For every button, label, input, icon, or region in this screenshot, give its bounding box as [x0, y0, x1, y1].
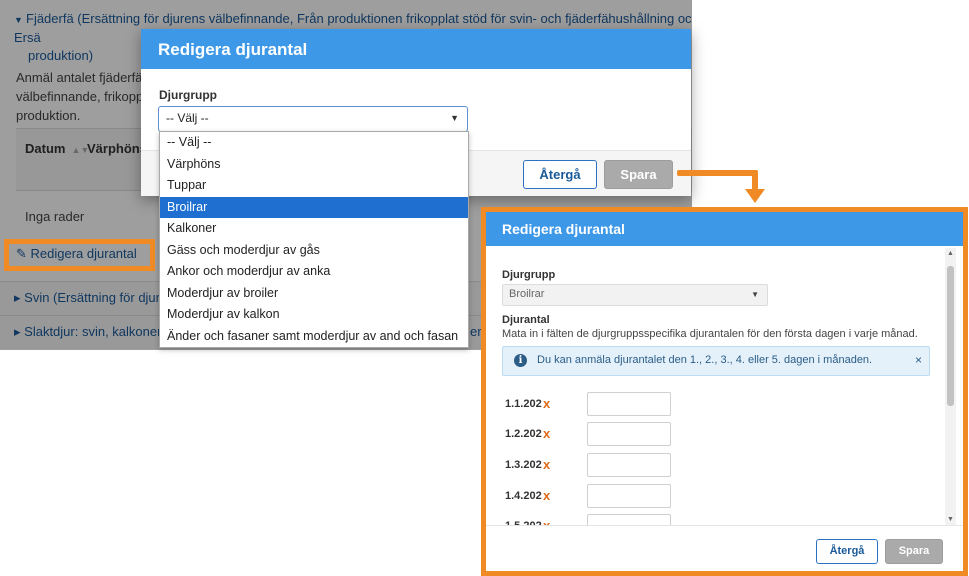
- highlighted-modal-frame: Redigera djurantal Djurgrupp Broilrar ▼ …: [481, 207, 968, 576]
- modal-title: Redigera djurantal: [486, 212, 963, 246]
- dropdown-option[interactable]: Tuppar: [160, 175, 468, 197]
- edit-link-highlight: [4, 239, 155, 271]
- scroll-up-icon[interactable]: ▲: [947, 250, 954, 257]
- dropdown-option[interactable]: Värphöns: [160, 154, 468, 176]
- edit-count-modal-filled: Redigera djurantal Djurgrupp Broilrar ▼ …: [486, 212, 963, 571]
- close-icon[interactable]: ×: [915, 353, 922, 367]
- animal-group-selected-value: Broilrar: [509, 288, 545, 300]
- dropdown-option[interactable]: Gäss och moderdjur av gås: [160, 240, 468, 262]
- dropdown-option[interactable]: Moderdjur av kalkon: [160, 304, 468, 326]
- back-button[interactable]: Återgå: [816, 539, 878, 564]
- info-icon: i: [514, 354, 527, 367]
- animal-count-input[interactable]: [587, 392, 671, 416]
- scrollbar-thumb[interactable]: [947, 266, 954, 406]
- required-marker: x: [543, 488, 551, 503]
- animal-count-input[interactable]: [587, 484, 671, 508]
- animal-group-dropdown-list: -- Välj -- Värphöns Tuppar Broilrar Kalk…: [159, 131, 469, 348]
- month-date-label: 1.3.202: [505, 459, 542, 471]
- connector-line: [677, 170, 758, 176]
- animal-count-help-text: Mata in i fälten de djurgruppsspecifika …: [502, 328, 918, 340]
- modal-title: Redigera djurantal: [141, 29, 691, 69]
- modal-scrollbar[interactable]: ▲ ▼: [945, 248, 956, 525]
- back-button[interactable]: Återgå: [523, 160, 597, 189]
- month-date-label: 1.1.202: [505, 398, 542, 410]
- required-marker: x: [543, 396, 551, 411]
- save-button[interactable]: Spara: [885, 539, 943, 564]
- dropdown-option[interactable]: Moderdjur av broiler: [160, 283, 468, 305]
- animal-count-input[interactable]: [587, 422, 671, 446]
- required-marker: x: [543, 457, 551, 472]
- scroll-down-icon[interactable]: ▼: [947, 516, 954, 523]
- dropdown-option[interactable]: Änder och fasaner samt moderdjur av and …: [160, 326, 468, 348]
- animal-group-selected-value: -- Välj --: [166, 111, 209, 125]
- arrow-down-icon: [745, 189, 765, 203]
- save-button[interactable]: Spara: [604, 160, 673, 189]
- info-alert: i Du kan anmäla djurantalet den 1., 2., …: [502, 346, 930, 376]
- animal-group-label: Djurgrupp: [502, 269, 556, 281]
- info-alert-text: Du kan anmäla djurantalet den 1., 2., 3.…: [537, 354, 873, 366]
- dropdown-option[interactable]: -- Välj --: [160, 132, 468, 154]
- dropdown-option[interactable]: Kalkoner: [160, 218, 468, 240]
- animal-count-input[interactable]: [587, 453, 671, 477]
- dropdown-option[interactable]: Ankor och moderdjur av anka: [160, 261, 468, 283]
- chevron-down-icon: ▼: [751, 290, 759, 299]
- animal-group-select[interactable]: Broilrar ▼: [502, 284, 768, 306]
- chevron-down-icon: ▼: [450, 113, 459, 123]
- required-marker: x: [543, 426, 551, 441]
- animal-group-select[interactable]: -- Välj -- ▼: [158, 106, 468, 132]
- month-date-label: 1.2.202: [505, 428, 542, 440]
- dropdown-option-highlighted[interactable]: Broilrar: [160, 196, 468, 218]
- connector-line: [752, 170, 758, 190]
- animal-count-label: Djurantal: [502, 314, 550, 326]
- modal-footer: Återgå Spara: [486, 525, 963, 571]
- animal-group-label: Djurgrupp: [159, 88, 217, 102]
- month-date-label: 1.4.202: [505, 490, 542, 502]
